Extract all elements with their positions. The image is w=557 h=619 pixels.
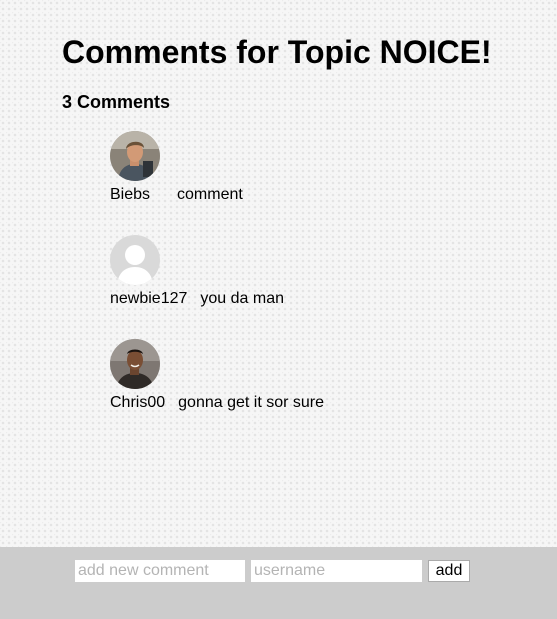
user-avatar-photo-icon [110,339,160,389]
comment-username: newbie127 [110,290,188,307]
comment-item: Chris00 gonna get it sor sure [110,339,490,413]
page-title: Comments for Topic NOICE! [62,34,492,70]
new-comment-bar: add [0,547,557,619]
comment-text: comment [177,186,243,203]
comment-text: gonna get it sor sure [178,394,325,411]
new-comment-input[interactable] [75,560,245,582]
comment-item: Biebs comment [110,131,490,205]
comment-item: newbie127 you da man [110,235,490,309]
comment-username: Chris00 [110,394,166,411]
comment-count: 3 Comments [62,92,171,112]
add-comment-button[interactable]: add [428,560,470,582]
comment-text: you da man [200,290,285,307]
comment-username: Biebs [110,186,151,203]
username-input[interactable] [251,560,422,582]
user-avatar-photo-icon [110,131,160,181]
default-user-avatar-icon [110,235,160,285]
